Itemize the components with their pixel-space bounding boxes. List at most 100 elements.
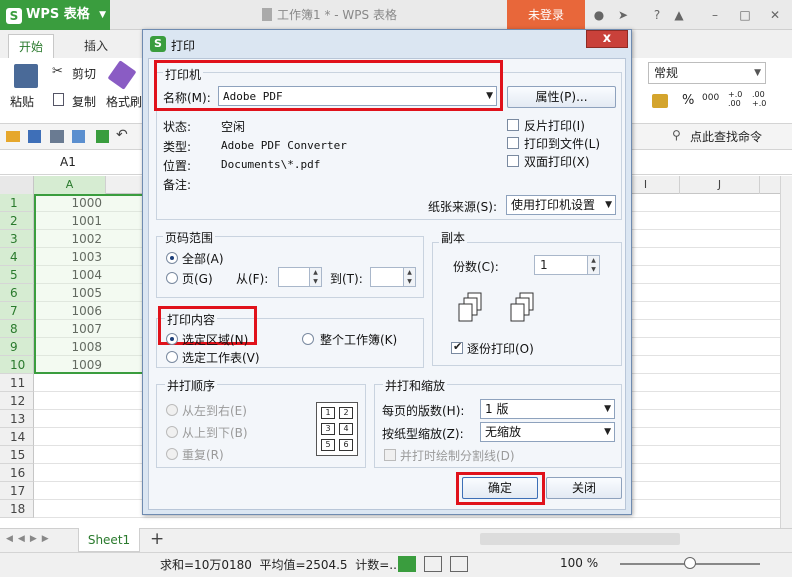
sheet-nav-icons[interactable]: ◀◀▶▶ (6, 534, 54, 544)
maximize-icon[interactable]: □ (736, 6, 754, 24)
row-header[interactable]: 16 (0, 464, 34, 482)
row-header[interactable]: 4 (0, 248, 34, 266)
page-range-all-radio[interactable] (166, 252, 178, 264)
number-format-select[interactable]: 常规 ▼ (648, 62, 766, 84)
page-order-diagram: 1 2 3 4 5 6 (316, 402, 358, 456)
repeat-radio[interactable] (166, 448, 178, 460)
top-to-bottom-radio[interactable] (166, 426, 178, 438)
spinner-arrows-icon[interactable]: ▲ ▼ (403, 268, 415, 286)
chevron-down-icon: ▼ (486, 91, 493, 101)
row-header[interactable]: 5 (0, 266, 34, 284)
row-header[interactable]: 11 (0, 374, 34, 392)
decrease-decimal-icon[interactable]: .00 +.0 (752, 90, 766, 108)
zoom-slider-thumb[interactable] (684, 557, 696, 569)
minimize-icon[interactable]: – (706, 6, 724, 24)
help-icon[interactable]: ? (648, 6, 666, 24)
draw-divider-label: 并打时绘制分割线(D) (400, 449, 515, 463)
row-header[interactable]: 10 (0, 356, 34, 374)
print-preview-icon[interactable] (72, 130, 85, 143)
print-workbook-radio[interactable] (302, 333, 314, 345)
spinner-arrows-icon[interactable]: ▲ ▼ (587, 256, 599, 274)
save-icon[interactable] (28, 130, 41, 143)
cut-button[interactable]: 剪切 (72, 65, 96, 82)
add-sheet-button[interactable]: + (150, 529, 164, 549)
duplex-checkbox[interactable] (507, 155, 519, 167)
row-header[interactable]: 15 (0, 446, 34, 464)
thousands-button[interactable]: 000 (702, 93, 719, 103)
spinner-arrows-icon[interactable]: ▲ ▼ (309, 268, 321, 286)
increase-decimal-icon[interactable]: +.0.00 (728, 90, 742, 108)
ok-button[interactable]: 确定 (462, 477, 538, 499)
printer-name-select[interactable]: Adobe PDF ▼ (218, 86, 497, 106)
page-layout-icon[interactable] (424, 556, 442, 572)
column-header-b[interactable] (106, 176, 144, 194)
row-header[interactable]: 13 (0, 410, 34, 428)
share-icon[interactable]: ➤ (614, 6, 632, 24)
app-menu-button[interactable]: S WPS 表格 ▼ (0, 0, 110, 30)
row-header[interactable]: 1 (0, 194, 34, 212)
undo-icon[interactable]: ↶ (116, 127, 128, 143)
column-header-j[interactable]: J (680, 176, 760, 194)
print-sheet-radio[interactable] (166, 351, 178, 363)
horizontal-scrollbar[interactable] (480, 533, 680, 545)
skin-icon[interactable]: ● (590, 6, 608, 24)
percent-button[interactable]: % (682, 93, 694, 108)
row-header[interactable]: 8 (0, 320, 34, 338)
selection-range[interactable] (34, 194, 144, 374)
paste-icon[interactable] (14, 64, 38, 88)
open-folder-icon[interactable] (6, 131, 20, 142)
row-header[interactable]: 17 (0, 482, 34, 500)
row-header[interactable]: 14 (0, 428, 34, 446)
copies-count-input[interactable]: 1 ▲ ▼ (534, 255, 600, 275)
print-to-file-checkbox[interactable] (507, 137, 519, 149)
print-selection-radio[interactable] (166, 333, 178, 345)
left-to-right-radio[interactable] (166, 404, 178, 416)
row-header[interactable]: 3 (0, 230, 34, 248)
copy-button[interactable]: 复制 (72, 93, 96, 110)
restore-ribbon-icon[interactable]: ▲ (670, 6, 688, 24)
scale-select[interactable]: 无缩放 ▼ (480, 422, 615, 442)
row-header[interactable]: 9 (0, 338, 34, 356)
row-header[interactable]: 18 (0, 500, 34, 518)
export-pdf-icon[interactable] (96, 130, 109, 143)
to-input[interactable]: ▲ ▼ (370, 267, 416, 287)
from-input[interactable]: ▲ ▼ (278, 267, 322, 287)
currency-icon[interactable] (652, 94, 668, 108)
page-range-pages-label: 页(G) (182, 272, 213, 286)
select-all-corner[interactable] (0, 176, 34, 194)
page-break-icon[interactable] (450, 556, 468, 572)
column-header-a[interactable]: A (34, 176, 106, 194)
tab-insert[interactable]: 插入 (74, 34, 118, 58)
search-command[interactable]: 点此查找命令 (690, 128, 762, 145)
vertical-scrollbar[interactable] (780, 176, 792, 528)
dialog-close-button[interactable]: x (586, 30, 628, 48)
close-dialog-button[interactable]: 关闭 (546, 477, 622, 499)
printer-properties-button[interactable]: 属性(P)... (507, 86, 616, 108)
collate-pages-icon-1 (458, 292, 482, 322)
sheet-tab-sheet1[interactable]: Sheet1 (78, 528, 140, 552)
search-icon[interactable]: ⚲ (672, 128, 681, 142)
paper-source-select[interactable]: 使用打印机设置 ▼ (506, 195, 616, 215)
row-header[interactable]: 7 (0, 302, 34, 320)
draw-divider-checkbox[interactable] (384, 449, 396, 461)
name-box[interactable]: A1 (60, 155, 76, 169)
collate-checkbox[interactable] (451, 340, 463, 354)
row-header[interactable]: 2 (0, 212, 34, 230)
page-range-pages-radio[interactable] (166, 272, 178, 284)
row-header[interactable]: 6 (0, 284, 34, 302)
normal-view-icon[interactable] (398, 556, 416, 572)
format-painter-button[interactable]: 格式刷 (106, 93, 142, 110)
zoom-group-title: 并打和缩放 (383, 377, 448, 394)
close-icon[interactable]: ✕ (766, 6, 784, 24)
print-icon[interactable] (50, 130, 64, 143)
login-button[interactable]: 未登录 (507, 0, 585, 30)
paste-button[interactable]: 粘贴 (10, 93, 34, 110)
pages-per-sheet-select[interactable]: 1 版 ▼ (480, 399, 615, 419)
scissors-icon[interactable]: ✂ (52, 64, 63, 79)
copy-icon[interactable] (53, 93, 64, 106)
row-header[interactable]: 12 (0, 392, 34, 410)
type-value: Adobe PDF Converter (221, 139, 347, 152)
tab-home[interactable]: 开始 (8, 34, 55, 58)
dialog-title-bar[interactable] (143, 30, 631, 58)
reverse-print-checkbox[interactable] (507, 119, 519, 131)
